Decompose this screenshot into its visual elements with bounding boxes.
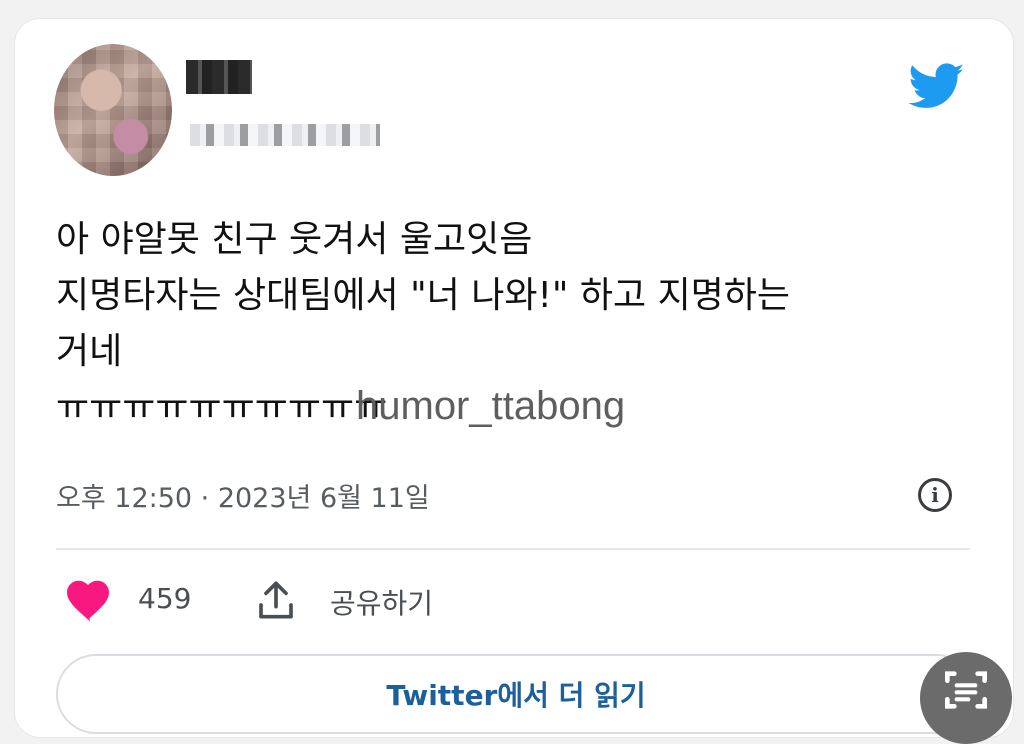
- info-icon[interactable]: i: [918, 478, 952, 512]
- scan-text-button[interactable]: [920, 652, 1012, 744]
- heart-icon[interactable]: [64, 580, 112, 622]
- share-button-label[interactable]: 공유하기: [330, 582, 433, 622]
- avatar[interactable]: [54, 44, 172, 176]
- watermark: humor_ttabong: [356, 384, 626, 428]
- twitter-bird-icon: [908, 63, 965, 108]
- scan-text-icon: [945, 671, 987, 709]
- tweet-line: 아 야알못 친구 웃겨서 울고잇음: [56, 219, 533, 260]
- tweet-line: 거네: [56, 331, 123, 372]
- tweet-line: 지명타자는 상대팀에서 "너 나와!" 하고 지명하는: [56, 275, 791, 316]
- tweet-timestamp[interactable]: 오후 12:50 · 2023년 6월 11일: [56, 476, 430, 515]
- read-more-label: Twitter에서 더 읽기: [386, 679, 646, 712]
- divider: [56, 548, 970, 550]
- read-more-button[interactable]: Twitter에서 더 읽기: [56, 654, 976, 734]
- username-pixelated: [190, 124, 380, 146]
- share-upload-icon[interactable]: [256, 578, 296, 622]
- display-name-pixelated[interactable]: [186, 60, 252, 94]
- like-count[interactable]: 459: [138, 582, 191, 615]
